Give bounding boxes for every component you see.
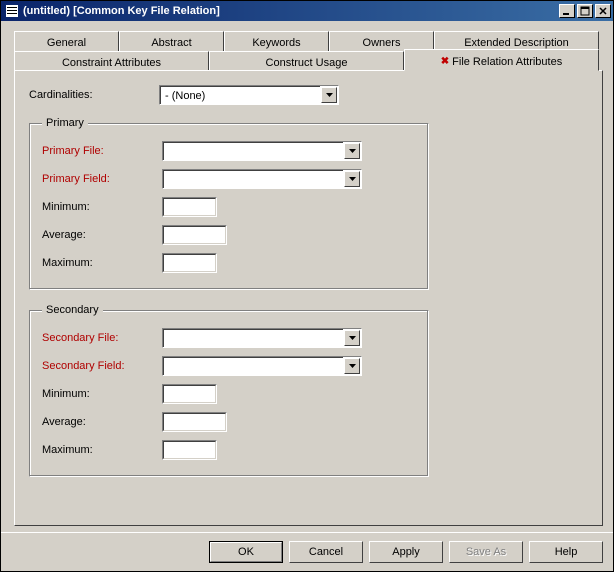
secondary-field-value (163, 357, 343, 375)
group-primary-legend: Primary (42, 117, 88, 129)
primary-min-field[interactable] (162, 197, 217, 217)
secondary-file-value (163, 329, 343, 347)
row-secondary-file: Secondary File: (42, 326, 416, 350)
tab-keywords[interactable]: Keywords (224, 31, 329, 51)
primary-field-value (163, 170, 343, 188)
primary-file-combo[interactable] (162, 141, 362, 161)
client-area: General Abstract Keywords Owners Extende… (1, 21, 613, 532)
row-primary-minimum: Minimum: (42, 195, 416, 219)
ok-button[interactable]: OK (209, 541, 283, 563)
secondary-field-label: Secondary Field: (42, 360, 162, 372)
group-primary: Primary Primary File: Primary Field: (29, 117, 429, 290)
dropdown-button[interactable] (344, 143, 360, 159)
primary-file-value (163, 142, 343, 160)
row-primary-field: Primary Field: (42, 167, 416, 191)
window-title: (untitled) [Common Key File Relation] (23, 5, 559, 17)
tab-label: Abstract (151, 37, 191, 49)
tab-row-1: General Abstract Keywords Owners Extende… (14, 31, 603, 51)
tab-label: Constraint Attributes (62, 57, 161, 69)
secondary-file-label: Secondary File: (42, 332, 162, 344)
titlebar: (untitled) [Common Key File Relation] (1, 1, 613, 21)
row-primary-file: Primary File: (42, 139, 416, 163)
secondary-avg-field[interactable] (162, 412, 227, 432)
maximize-button[interactable] (577, 4, 593, 18)
tab-constraint-attributes[interactable]: Constraint Attributes (14, 51, 209, 71)
primary-avg-label: Average: (42, 229, 162, 241)
primary-field-label: Primary Field: (42, 173, 162, 185)
dropdown-button[interactable] (344, 330, 360, 346)
system-menu-icon[interactable] (5, 4, 19, 18)
dialog-buttons: OK Cancel Apply Save As Help (1, 532, 613, 571)
tab-label: File Relation Attributes (452, 56, 562, 68)
close-button[interactable] (595, 4, 611, 18)
primary-file-label: Primary File: (42, 145, 162, 157)
help-button[interactable]: Help (529, 541, 603, 563)
tab-label: Extended Description (464, 37, 569, 49)
secondary-max-field[interactable] (162, 440, 217, 460)
dropdown-button[interactable] (344, 171, 360, 187)
primary-avg-field[interactable] (162, 225, 227, 245)
secondary-max-label: Maximum: (42, 444, 162, 456)
row-secondary-field: Secondary Field: (42, 354, 416, 378)
row-secondary-average: Average: (42, 410, 416, 434)
dropdown-button[interactable] (344, 358, 360, 374)
secondary-min-field[interactable] (162, 384, 217, 404)
tab-abstract[interactable]: Abstract (119, 31, 224, 51)
minimize-button[interactable] (559, 4, 575, 18)
tab-construct-usage[interactable]: Construct Usage (209, 51, 404, 71)
tab-extended-description[interactable]: Extended Description (434, 31, 599, 51)
primary-max-field[interactable] (162, 253, 217, 273)
group-secondary-legend: Secondary (42, 304, 103, 316)
row-secondary-minimum: Minimum: (42, 382, 416, 406)
secondary-avg-label: Average: (42, 416, 162, 428)
apply-button[interactable]: Apply (369, 541, 443, 563)
cardinalities-combo[interactable]: - (None) (159, 85, 339, 105)
secondary-field-combo[interactable] (162, 356, 362, 376)
tab-label: Owners (363, 37, 401, 49)
tab-label: Keywords (252, 37, 300, 49)
tab-panel: Cardinalities: - (None) Primary Primary … (14, 70, 603, 526)
error-icon: ✖ (441, 57, 449, 67)
tab-label: Construct Usage (266, 57, 348, 69)
cardinalities-label: Cardinalities: (29, 89, 159, 101)
tab-general[interactable]: General (14, 31, 119, 51)
primary-max-label: Maximum: (42, 257, 162, 269)
primary-field-combo[interactable] (162, 169, 362, 189)
dropdown-button[interactable] (321, 87, 337, 103)
tab-owners[interactable]: Owners (329, 31, 434, 51)
save-as-button: Save As (449, 541, 523, 563)
cancel-button[interactable]: Cancel (289, 541, 363, 563)
row-cardinalities: Cardinalities: - (None) (29, 83, 588, 107)
cardinalities-value: - (None) (160, 86, 320, 104)
window: (untitled) [Common Key File Relation] Ge… (0, 0, 614, 572)
window-buttons (559, 4, 611, 18)
tab-row-2: Constraint Attributes Construct Usage ✖ … (14, 51, 603, 71)
tab-file-relation-attributes[interactable]: ✖ File Relation Attributes (404, 49, 599, 71)
primary-min-label: Minimum: (42, 201, 162, 213)
group-secondary: Secondary Secondary File: Secondary Fiel… (29, 304, 429, 477)
secondary-min-label: Minimum: (42, 388, 162, 400)
row-secondary-maximum: Maximum: (42, 438, 416, 462)
row-primary-maximum: Maximum: (42, 251, 416, 275)
secondary-file-combo[interactable] (162, 328, 362, 348)
row-primary-average: Average: (42, 223, 416, 247)
tab-label: General (47, 37, 86, 49)
